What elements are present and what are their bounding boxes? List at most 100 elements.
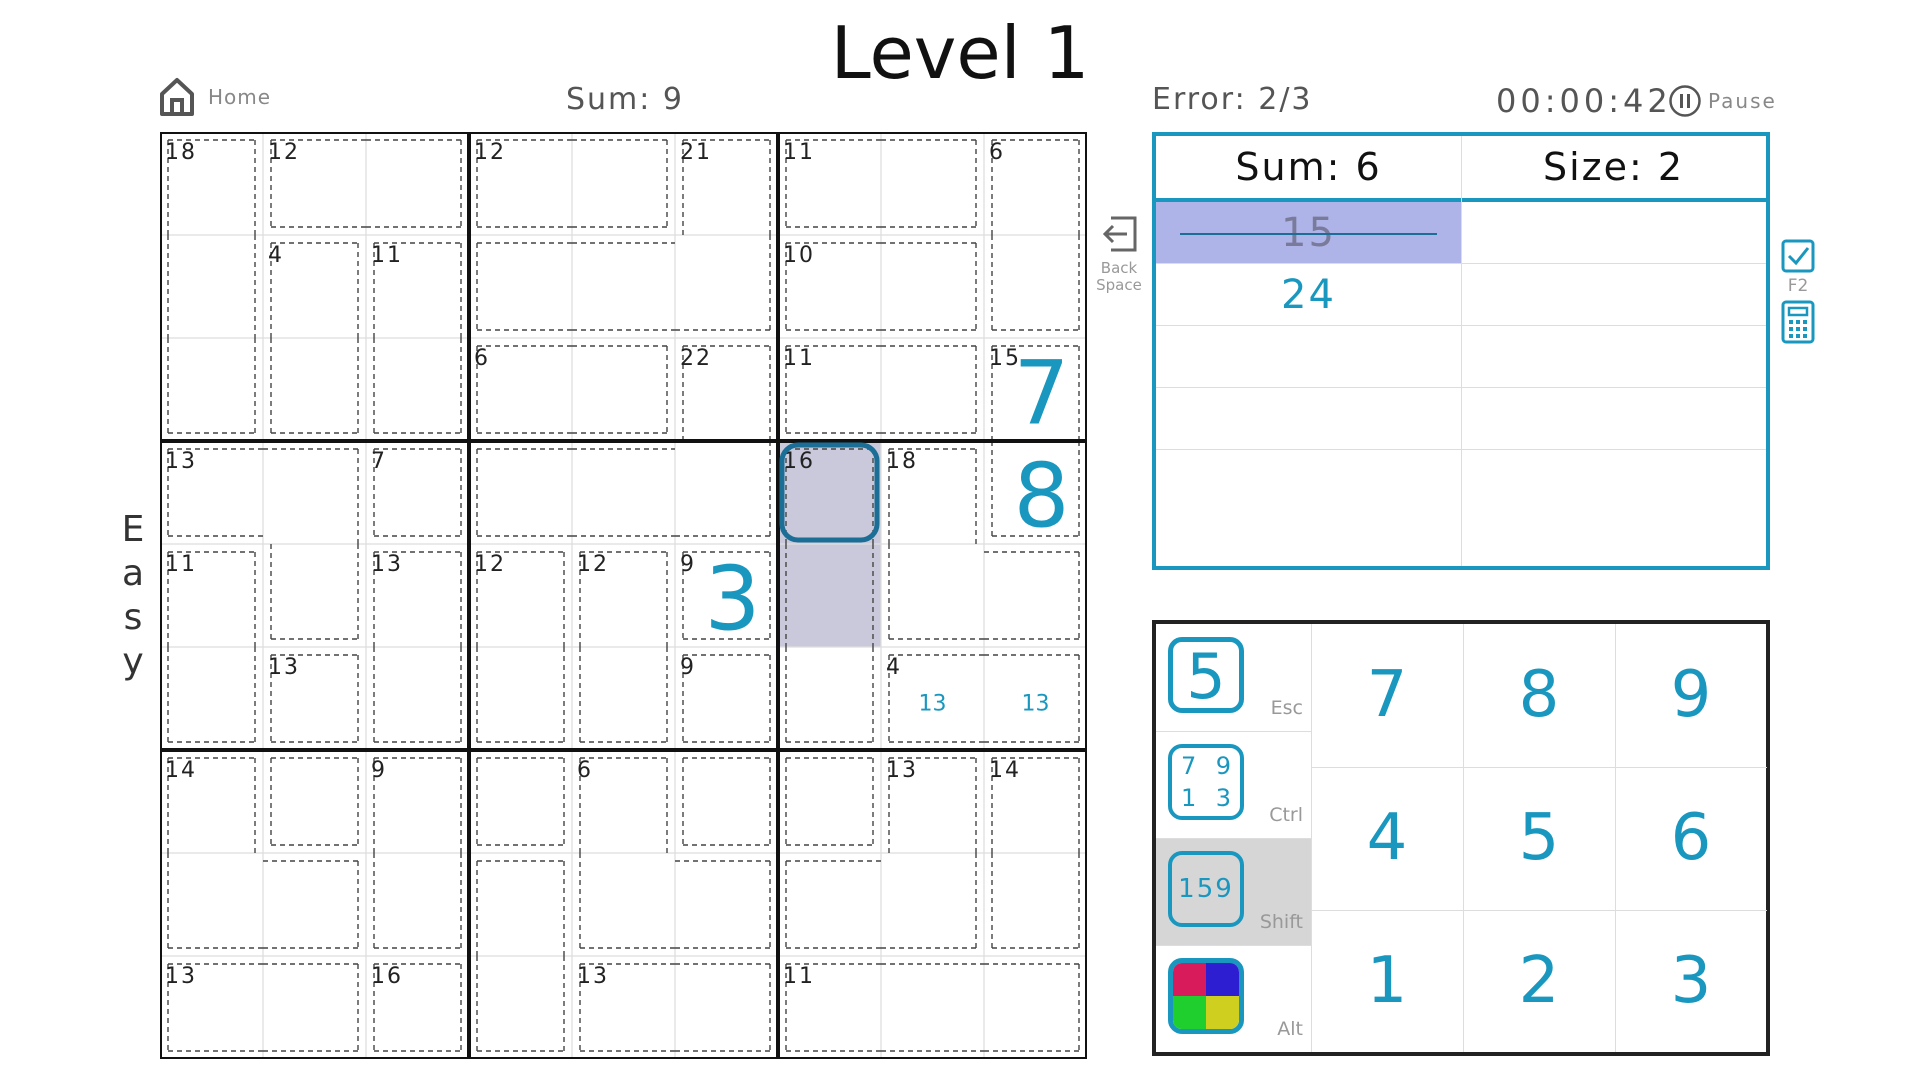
center-mode-icon: 159 <box>1168 851 1244 927</box>
cage-sum: 11 <box>783 346 815 371</box>
combo-cell[interactable] <box>1461 264 1766 326</box>
cage-sum: 6 <box>989 140 1005 165</box>
mode-digit-button[interactable]: 5 Esc <box>1156 624 1311 731</box>
cell-note: 13 <box>919 692 947 717</box>
cage-sum: 11 <box>371 243 403 268</box>
calculator-icon[interactable] <box>1780 300 1816 348</box>
cell-note: 13 <box>1022 692 1050 717</box>
number-key-7[interactable]: 7 <box>1311 624 1463 767</box>
mode-color-button[interactable]: Alt <box>1156 945 1311 1052</box>
keypad-divider <box>1156 731 1311 732</box>
cage-sum: 6 <box>577 758 593 783</box>
number-key-3[interactable]: 3 <box>1615 910 1767 1053</box>
pause-label: Pause <box>1708 89 1777 113</box>
number-key-8[interactable]: 8 <box>1463 624 1615 767</box>
combo-strike-line <box>1180 233 1437 235</box>
mode-center-button[interactable]: 159 Shift <box>1156 838 1311 945</box>
combo-cell[interactable] <box>1156 326 1461 388</box>
cage-sum: 6 <box>474 346 490 371</box>
board-background <box>160 132 1087 1059</box>
mode-shortcut-label: Esc <box>1270 697 1303 719</box>
cage-sum: 12 <box>474 552 506 577</box>
combo-cell[interactable] <box>1156 450 1461 512</box>
cage-sum: 11 <box>783 964 815 989</box>
cage-sum: 14 <box>989 758 1021 783</box>
color-mode-icon <box>1168 958 1244 1034</box>
cage-sum: 10 <box>783 243 815 268</box>
cage-sum: 13 <box>886 758 918 783</box>
cage-sum: 9 <box>680 655 696 680</box>
combo-cell[interactable] <box>1461 202 1766 264</box>
backspace-button[interactable]: Back Space <box>1096 212 1142 294</box>
cell-value: 7 <box>1014 342 1070 445</box>
combo-cell[interactable] <box>1461 388 1766 450</box>
cage-sum: 18 <box>165 140 197 165</box>
sudoku-board[interactable]: 18 12 12 11 64 1121106 11 1513 7221811 13 12 12 913 9… <box>160 132 1087 1059</box>
cage-sum: 21 <box>680 140 712 165</box>
combinations-panel: Sum: 6 Size: 2 15 24 <box>1152 132 1770 570</box>
cage-sum: 14 <box>165 758 197 783</box>
combo-cell[interactable]: 15 <box>1156 202 1461 264</box>
keypad-divider <box>1311 910 1767 911</box>
cage-sum: 13 <box>371 552 403 577</box>
number-key-2[interactable]: 2 <box>1463 910 1615 1053</box>
cage-sum: 12 <box>577 552 609 577</box>
error-counter: Error: 2/3 <box>1152 82 1313 117</box>
keypad-divider <box>1311 767 1767 768</box>
pause-button[interactable]: Pause <box>1668 84 1777 118</box>
number-key-5[interactable]: 5 <box>1463 767 1615 910</box>
cage-sum: 16 <box>783 449 815 474</box>
combo-sum-header: Sum: 6 <box>1235 145 1382 189</box>
home-button[interactable]: Home <box>158 76 271 118</box>
difficulty-letter: E <box>121 509 145 550</box>
cage-sum: 4 <box>886 655 902 680</box>
backspace-label-line: Back <box>1100 259 1138 277</box>
keypad-divider <box>1156 838 1311 839</box>
combo-cell[interactable]: 24 <box>1156 264 1461 326</box>
cage-sum: 13 <box>268 655 300 680</box>
cage-sum: 11 <box>783 140 815 165</box>
check-icon[interactable] <box>1780 238 1816 278</box>
f2-label: F2 <box>1787 276 1809 296</box>
digit-mode-icon: 5 <box>1168 637 1244 713</box>
combo-cell[interactable] <box>1461 450 1766 512</box>
number-key-6[interactable]: 6 <box>1615 767 1767 910</box>
cage-sum: 13 <box>165 449 197 474</box>
keypad-divider <box>1156 945 1311 946</box>
number-key-1[interactable]: 1 <box>1311 910 1463 1053</box>
keypad-divider <box>1463 624 1464 1052</box>
difficulty-letter: y <box>122 641 144 682</box>
cage-sum: 22 <box>680 346 712 371</box>
cage-sum: 11 <box>165 552 197 577</box>
cell-value: 3 <box>705 548 761 651</box>
cage-sum: 7 <box>371 449 387 474</box>
number-key-4[interactable]: 4 <box>1311 767 1463 910</box>
backspace-label-line: Space <box>1096 276 1142 294</box>
timer: 00:00:42 <box>1496 82 1672 120</box>
pause-icon <box>1669 85 1701 117</box>
difficulty-letter: a <box>121 553 145 594</box>
combo-cell[interactable] <box>1461 326 1766 388</box>
cage-sum: 12 <box>268 140 300 165</box>
keypad-divider <box>1615 624 1616 1052</box>
backspace-label: Back Space <box>1096 260 1142 294</box>
number-key-9[interactable]: 9 <box>1615 624 1767 767</box>
combo-size-header: Size: 2 <box>1542 145 1685 189</box>
difficulty-letter: s <box>123 597 143 638</box>
cell-value: 8 <box>1014 445 1070 548</box>
home-icon <box>160 78 194 116</box>
cage-sum: 9 <box>371 758 387 783</box>
cage-sum: 18 <box>886 449 918 474</box>
cage-sum: 13 <box>577 964 609 989</box>
keypad-divider <box>1311 624 1312 1052</box>
highlighted-cell[interactable] <box>778 544 881 647</box>
keypad: 5 Esc 79 1 3 Ctrl 159 Shift Alt 789456123 <box>1152 620 1770 1056</box>
mode-corner-button[interactable]: 79 1 3 Ctrl <box>1156 731 1311 838</box>
backspace-icon <box>1102 216 1137 252</box>
mode-shortcut-label: Alt <box>1277 1018 1303 1040</box>
difficulty-label: E a s y <box>118 508 148 684</box>
cage-sum: 9 <box>680 552 696 577</box>
combo-cell[interactable] <box>1156 388 1461 450</box>
combo-column-divider <box>1461 136 1462 566</box>
cage-sum: 16 <box>371 964 403 989</box>
